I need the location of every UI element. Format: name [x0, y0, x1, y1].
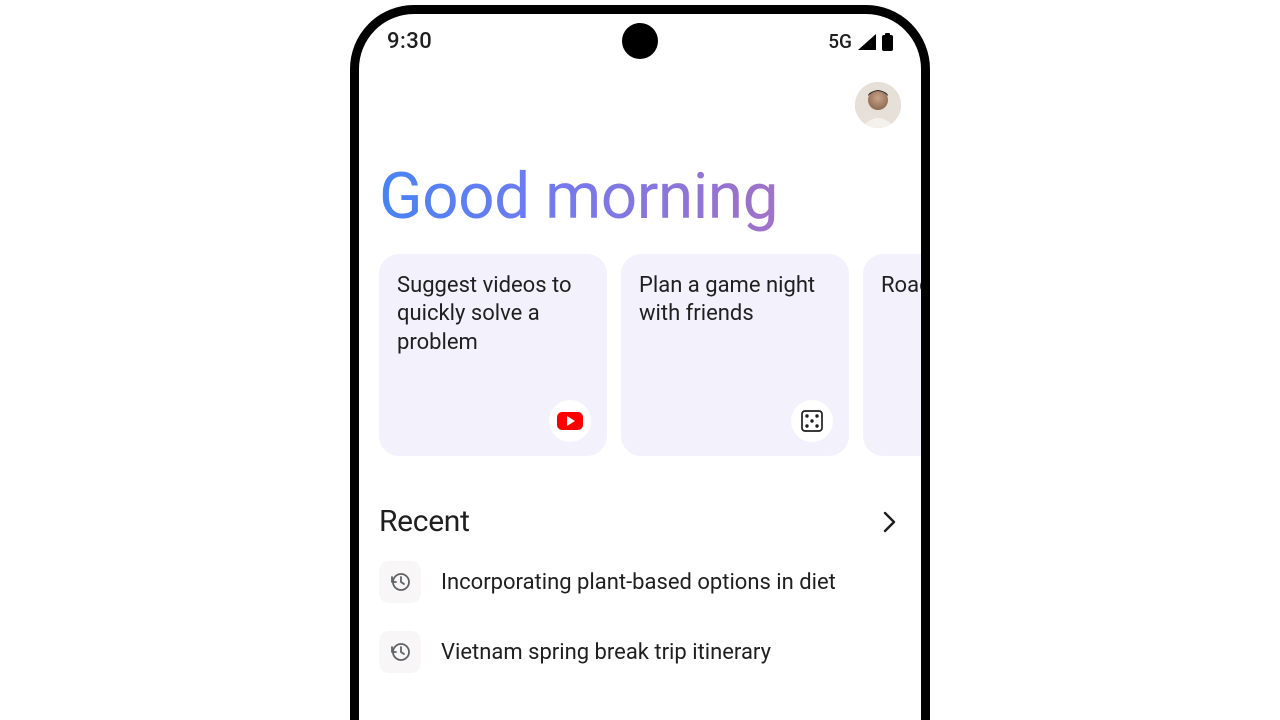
suggestion-card-label: Plan a game night with friends — [639, 273, 815, 326]
card-icon-chip — [791, 400, 833, 442]
youtube-icon — [557, 412, 583, 430]
recent-item-label: Incorporating plant-based options in die… — [441, 570, 836, 595]
suggestion-card-label: Road and k ideas — [881, 273, 921, 298]
history-icon — [379, 561, 421, 603]
stage: 9:30 5G — [0, 0, 1280, 720]
avatar-icon — [855, 82, 901, 128]
battery-icon — [882, 33, 893, 51]
recent-item[interactable]: Incorporating plant-based options in die… — [359, 547, 921, 617]
dice-icon — [801, 410, 823, 432]
suggestion-card-videos[interactable]: Suggest videos to quickly solve a proble… — [379, 254, 607, 456]
recent-title: Recent — [379, 504, 470, 539]
suggestion-card-label: Suggest videos to quickly solve a proble… — [397, 273, 572, 354]
cell-signal-icon — [858, 34, 876, 50]
card-icon-chip — [549, 400, 591, 442]
status-bar: 9:30 5G — [359, 14, 921, 69]
network-label: 5G — [828, 30, 852, 53]
suggestion-cards-row: Suggest videos to quickly solve a proble… — [359, 240, 921, 470]
recent-item[interactable]: Vietnam spring break trip itinerary — [359, 617, 921, 687]
status-time: 9:30 — [387, 29, 828, 54]
avatar[interactable] — [855, 82, 901, 128]
chevron-right-icon — [883, 511, 897, 533]
recent-item-label: Vietnam spring break trip itinerary — [441, 640, 771, 665]
phone-frame: 9:30 5G — [350, 5, 930, 720]
top-bar — [359, 69, 921, 141]
suggestion-card-game-night[interactable]: Plan a game night with friends — [621, 254, 849, 456]
suggestion-card-overflow[interactable]: Road and k ideas — [863, 254, 921, 456]
recent-section-header[interactable]: Recent — [359, 470, 921, 547]
status-right: 5G — [828, 30, 893, 53]
history-icon — [379, 631, 421, 673]
content-area: Good morning Suggest videos to quickly s… — [359, 69, 921, 720]
greeting-heading: Good morning — [359, 141, 921, 240]
